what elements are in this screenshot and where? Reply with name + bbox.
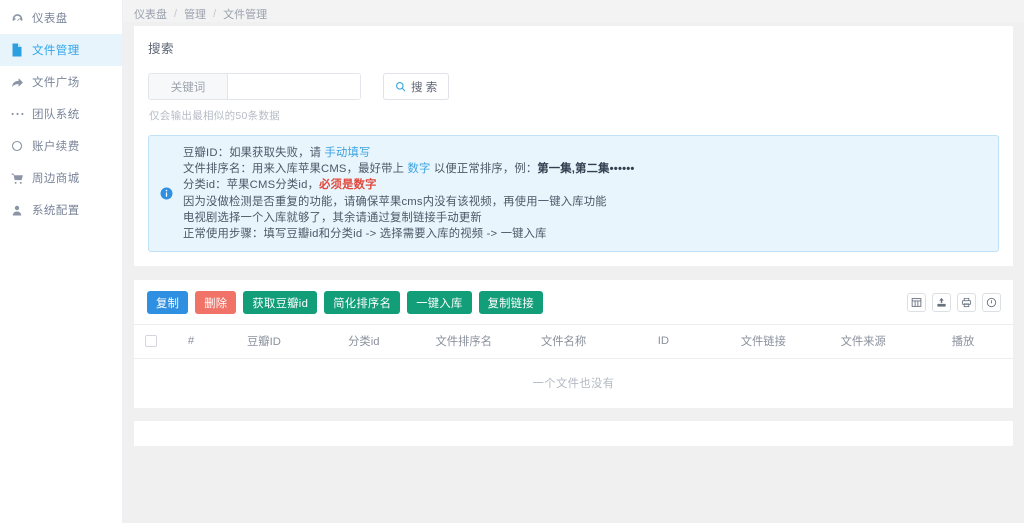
- search-hint: 仅会输出最相似的50条数据: [149, 110, 281, 122]
- search-input[interactable]: [228, 74, 360, 99]
- breadcrumb-separator: /: [174, 7, 178, 20]
- copy-button[interactable]: 复制: [147, 291, 189, 315]
- info-alert-body: 豆瓣ID：如果获取失败，请 手动填写 文件排序名：用来入库苹果CMS，最好带上 …: [183, 145, 988, 242]
- column-category-id[interactable]: 分类id: [313, 324, 414, 360]
- sidebar-item-file-square[interactable]: 文件广场: [0, 66, 122, 98]
- search-button-label: 搜 索: [411, 81, 438, 94]
- alert-link[interactable]: 手动填写: [325, 147, 371, 159]
- sidebar-item-shop[interactable]: 周边商城: [0, 162, 122, 194]
- info-alert: 豆瓣ID：如果获取失败，请 手动填写 文件排序名：用来入库苹果CMS，最好带上 …: [148, 135, 999, 253]
- sidebar-item-label: 团队系统: [32, 109, 80, 121]
- print-icon[interactable]: [957, 293, 976, 313]
- file-table: # 豆瓣ID 分类id 文件排序名 文件名称 ID 文件链接 文件来源 播放 一…: [134, 324, 1013, 409]
- file-table-card: 复制 删除 获取豆瓣id 简化排序名 一键入库 复制链接 # 豆瓣ID 分类id…: [134, 280, 1013, 409]
- sidebar-item-dashboard[interactable]: 仪表盘: [0, 2, 122, 34]
- sidebar-item-label: 文件广场: [32, 77, 80, 89]
- search-card: 搜索 关键词 搜 索 仅会输出最相似的50条数据 豆瓣ID：如果获取失败，请 手…: [134, 26, 1013, 267]
- empty-row: 一个文件也没有: [134, 358, 1013, 409]
- alert-text: 必须是数字: [319, 179, 377, 192]
- alert-text: 文件排序名：用来入库苹果CMS，最好带上: [183, 163, 408, 176]
- search-button[interactable]: 搜 索: [383, 73, 450, 100]
- one-click-import-button[interactable]: 一键入库: [407, 291, 472, 315]
- alert-text: 电视剧选择一个入库就够了，其余请通过复制链接手动更新: [183, 211, 482, 224]
- columns-icon[interactable]: [907, 293, 926, 313]
- select-all-checkbox[interactable]: [145, 335, 157, 348]
- search-icon: [395, 81, 406, 92]
- file-table-head: # 豆瓣ID 分类id 文件排序名 文件名称 ID 文件链接 文件来源 播放: [134, 324, 1013, 360]
- select-all-header: [134, 324, 168, 360]
- empty-state-text: 一个文件也没有: [134, 358, 1013, 409]
- table-toolbar: 复制 删除 获取豆瓣id 简化排序名 一键入库 复制链接: [134, 280, 1013, 324]
- search-card-title: 搜索: [148, 42, 175, 56]
- alert-text: 豆瓣ID：如果获取失败，请: [183, 147, 325, 159]
- copy-link-button[interactable]: 复制链接: [478, 291, 543, 315]
- sidebar-item-account-renewal[interactable]: 账户续费: [0, 130, 122, 162]
- alert-text: 第一集,第二集••••••: [537, 163, 635, 176]
- alert-line-6: 正常使用步骤：填写豆瓣id和分类id -> 选择需要入库的视频 -> 一键入库: [183, 226, 988, 242]
- info-circle-icon: [158, 186, 174, 202]
- alert-line-3: 分类id：苹果CMS分类id，必须是数字: [183, 177, 988, 193]
- delete-button[interactable]: 删除: [195, 291, 237, 315]
- column-index[interactable]: #: [168, 324, 214, 360]
- alert-line-1: 豆瓣ID：如果获取失败，请 手动填写: [183, 145, 988, 161]
- table-header-row: # 豆瓣ID 分类id 文件排序名 文件名称 ID 文件链接 文件来源 播放: [134, 324, 1013, 360]
- alert-line-5: 电视剧选择一个入库就够了，其余请通过复制链接手动更新: [183, 210, 988, 226]
- alert-text: 因为没做检测是否重复的功能，请确保苹果cms内没有该视频，再使用一键入库功能: [183, 195, 607, 208]
- sidebar-item-team-system[interactable]: 团队系统: [0, 98, 122, 130]
- sidebar-item-label: 文件管理: [32, 45, 80, 57]
- export-icon[interactable]: [932, 293, 951, 313]
- alert-text: 正常使用步骤：填写豆瓣id和分类id -> 选择需要入库的视频 -> 一键入库: [183, 228, 547, 241]
- file-table-body: 一个文件也没有: [134, 358, 1013, 409]
- main-content: 仪表盘 / 管理 / 文件管理 搜索 关键词 搜 索 仅会输出最相似的50条数据…: [123, 0, 1024, 523]
- sidebar-item-label: 系统配置: [32, 205, 80, 217]
- search-row: 关键词 搜 索: [134, 57, 1013, 100]
- column-file-link[interactable]: 文件链接: [713, 324, 814, 360]
- column-play[interactable]: 播放: [913, 324, 1013, 360]
- alert-link[interactable]: 数字: [408, 163, 431, 175]
- breadcrumb-item-manage[interactable]: 管理: [184, 6, 206, 22]
- dots-icon: [9, 111, 25, 117]
- breadcrumb-item-file-management[interactable]: 文件管理: [223, 6, 267, 22]
- sidebar: 仪表盘 文件管理 文件广场 团队系统 账户续费 周边商城 系统配置: [0, 0, 123, 523]
- keyword-label: 关键词: [149, 74, 228, 99]
- alert-line-2: 文件排序名：用来入库苹果CMS，最好带上 数字 以便正常排序，例：第一集,第二集…: [183, 161, 988, 177]
- breadcrumb-item-dashboard[interactable]: 仪表盘: [134, 6, 167, 22]
- keyword-input-group: 关键词: [148, 73, 361, 100]
- fetch-douban-id-button[interactable]: 获取豆瓣id: [243, 291, 318, 315]
- column-douban-id[interactable]: 豆瓣ID: [214, 324, 314, 360]
- alert-text: 分类id：苹果CMS分类id，: [183, 179, 320, 192]
- user-icon: [9, 204, 25, 217]
- app-root: 仪表盘 文件管理 文件广场 团队系统 账户续费 周边商城 系统配置 仪表盘 / …: [0, 0, 1024, 523]
- sidebar-item-label: 周边商城: [32, 173, 80, 185]
- simplify-sort-name-button[interactable]: 简化排序名: [324, 291, 401, 315]
- alert-line-4: 因为没做检测是否重复的功能，请确保苹果cms内没有该视频，再使用一键入库功能: [183, 194, 988, 210]
- sidebar-item-system-config[interactable]: 系统配置: [0, 194, 122, 226]
- file-icon: [9, 43, 25, 57]
- share-icon: [9, 76, 25, 89]
- sidebar-item-label: 仪表盘: [32, 13, 68, 25]
- breadcrumb: 仪表盘 / 管理 / 文件管理: [123, 0, 1024, 22]
- dashboard-icon: [9, 12, 25, 25]
- column-file-name[interactable]: 文件名称: [513, 324, 614, 360]
- info-icon[interactable]: [982, 293, 1001, 313]
- column-sort-name[interactable]: 文件排序名: [413, 324, 514, 360]
- column-id[interactable]: ID: [613, 324, 714, 360]
- circle-icon: [9, 140, 25, 152]
- alert-text: 以便正常排序，例：: [430, 163, 538, 176]
- sidebar-item-file-management[interactable]: 文件管理: [0, 34, 122, 66]
- sidebar-item-label: 账户续费: [32, 141, 80, 153]
- cart-icon: [9, 172, 25, 185]
- footer-card: [134, 421, 1013, 447]
- column-file-source[interactable]: 文件来源: [813, 324, 914, 360]
- breadcrumb-separator: /: [213, 7, 217, 20]
